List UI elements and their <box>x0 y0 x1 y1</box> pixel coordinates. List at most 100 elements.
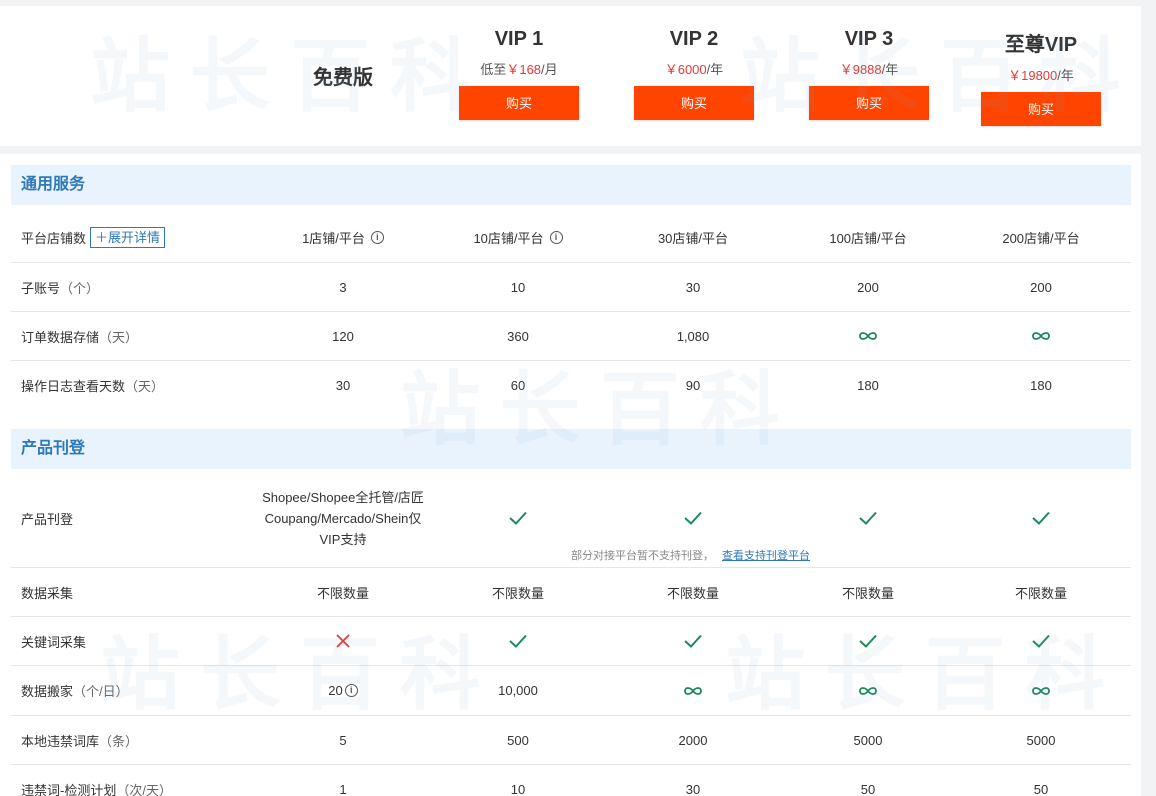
publish-note: 部分对接平台暂不支持刊登， 查看支持刊登平台 <box>571 550 810 562</box>
plan-name: VIP 3 <box>844 28 894 50</box>
check-icon <box>951 617 1131 665</box>
plan-name: VIP 1 <box>494 28 544 50</box>
plan-supreme: 至尊VIP ￥19800/年 购买 <box>961 28 1121 126</box>
row-unit: （个） <box>60 280 100 296</box>
cell-value: 30 <box>335 378 351 393</box>
table-row-banned-words: 本地违禁词库 （条） 5 500 2000 5000 5000 <box>11 716 1131 765</box>
cell-value: 50 <box>1033 782 1049 796</box>
table-row-data-collect: 数据采集 不限数量 不限数量 不限数量 不限数量 不限数量 <box>11 568 1131 617</box>
free-plan-note: Shopee/Shopee全托管/店匠 Coupang/Mercado/Shei… <box>262 489 424 547</box>
row-label: 数据搬家 <box>21 684 74 699</box>
plan-name: VIP 2 <box>669 28 719 50</box>
cell-value: 90 <box>685 378 701 393</box>
cell-value: 5000 <box>853 732 883 748</box>
cell-value: 1 <box>339 782 347 796</box>
infinity-icon <box>778 312 958 360</box>
cell-value: 200店铺/平台 <box>1002 231 1080 246</box>
row-unit: （天） <box>125 379 165 394</box>
cell-value: 10店铺/平台 <box>473 231 544 246</box>
row-label: 子账号 <box>21 280 61 296</box>
table-row-sub-accounts: 子账号 （个） 3 10 30 200 200 <box>11 263 1131 312</box>
cell-value: 360 <box>507 328 529 344</box>
cell-value: 不限数量 <box>666 585 719 601</box>
cell-value: 50 <box>860 782 876 796</box>
plan-vip3: VIP 3 ￥9888/年 购买 <box>789 28 949 120</box>
plan-name: 至尊VIP <box>1004 34 1078 56</box>
table-row-shop-count: 平台店铺数 ＋展开详情 1店铺/平台 i 10店铺/平台 i 30店铺/平台 100… <box>11 213 1131 263</box>
cell-value: 100店铺/平台 <box>829 231 907 246</box>
table-row-data-move: 数据搬家 （个/日） 20 i 10,000 <box>11 666 1131 716</box>
info-icon[interactable]: i <box>344 684 358 697</box>
cell-value: 不限数量 <box>316 585 369 601</box>
info-icon[interactable]: i <box>549 231 563 244</box>
cell-value: 1店铺/平台 <box>302 231 365 246</box>
cell-value: 不限数量 <box>841 585 894 601</box>
comparison-table: 通用服务 平台店铺数 ＋展开详情 1店铺/平台 i 10店铺/平台 i 30店铺/平… <box>0 154 1141 796</box>
table-row-order-storage: 订单数据存储 （天） 120 360 1,080 <box>11 312 1131 361</box>
buy-button-supreme[interactable]: 购买 <box>981 92 1101 126</box>
check-icon <box>603 617 783 665</box>
table-row-keyword-collect: 关键词采集 <box>11 617 1131 666</box>
cell-value: 180 <box>1030 378 1052 393</box>
cell-value: 200 <box>1030 279 1052 295</box>
row-label: 产品刊登 <box>21 511 74 527</box>
plan-price: ￥9888/年 <box>839 62 899 77</box>
table-row-banned-check: 违禁词-检测计划 （次/天） 1 10 30 50 50 <box>11 765 1131 796</box>
row-unit: （天） <box>99 329 139 345</box>
plan-name: 免费版 <box>313 67 373 89</box>
cell-value: 20 <box>328 683 343 698</box>
row-label: 订单数据存储 <box>21 329 100 345</box>
check-icon <box>951 469 1131 567</box>
cell-value: 2000 <box>678 732 708 748</box>
cell-value: 5 <box>339 732 347 748</box>
buy-button-vip3[interactable]: 购买 <box>809 86 929 120</box>
cell-value: 200 <box>857 279 879 295</box>
cell-value: 10,000 <box>498 683 538 698</box>
view-supported-platforms-link[interactable]: 查看支持刊登平台 <box>722 550 810 562</box>
table-row-log-days: 操作日志查看天数 （天） 30 60 90 180 180 <box>11 361 1131 410</box>
cell-value: 不限数量 <box>1014 585 1067 601</box>
cell-value: 1,080 <box>676 328 710 344</box>
expand-details-button[interactable]: ＋展开详情 <box>90 227 166 248</box>
plan-vip1: VIP 1 低至￥168/月 购买 <box>439 28 599 120</box>
buy-button-vip2[interactable]: 购买 <box>634 86 754 120</box>
table-row-product-publish: 产品刊登 Shopee/Shopee全托管/店匠 Coupang/Mercado… <box>11 469 1131 568</box>
cell-value: 5000 <box>1026 732 1056 748</box>
cell-value: 30 <box>685 782 701 796</box>
cell-value: 180 <box>857 378 879 393</box>
info-icon[interactable]: i <box>370 231 384 244</box>
plan-vip2: VIP 2 ￥6000/年 购买 <box>614 28 774 120</box>
row-label: 关键词采集 <box>21 634 87 650</box>
cross-icon <box>253 617 433 665</box>
row-unit: （个/日） <box>73 684 129 699</box>
cell-value: 120 <box>332 328 354 344</box>
cell-value: 10 <box>510 279 526 295</box>
plan-price: ￥6000/年 <box>664 62 724 77</box>
row-unit: （条） <box>99 733 139 749</box>
row-label: 操作日志查看天数 <box>21 379 126 394</box>
infinity-icon <box>603 666 783 715</box>
row-label: 平台店铺数 <box>21 231 87 246</box>
plan-price: 低至￥168/月 <box>480 62 558 77</box>
buy-button-vip1[interactable]: 购买 <box>459 86 579 120</box>
row-label: 数据采集 <box>21 585 74 601</box>
cell-value: 30店铺/平台 <box>657 231 729 246</box>
row-label: 本地违禁词库 <box>21 733 100 749</box>
cell-value: 3 <box>339 279 347 295</box>
plan-free: 免费版 <box>263 61 423 90</box>
cell-value: 500 <box>507 732 529 748</box>
cell-value: 不限数量 <box>491 585 544 601</box>
check-icon <box>428 617 608 665</box>
check-icon <box>778 617 958 665</box>
plan-price: ￥19800/年 <box>1008 68 1074 83</box>
cell-value: 10 <box>510 782 526 796</box>
infinity-icon <box>951 666 1131 715</box>
cell-value: 60 <box>510 378 526 393</box>
section-title-general: 通用服务 <box>11 165 1131 205</box>
section-title-publish: 产品刊登 <box>11 429 1131 469</box>
row-label: 违禁词-检测计划 <box>21 783 117 796</box>
row-unit: （次/天） <box>116 783 172 796</box>
cell-value: 30 <box>685 279 701 295</box>
plan-header: 免费版 VIP 1 低至￥168/月 购买 VIP 2 ￥6000/年 购买 V… <box>0 6 1141 146</box>
infinity-icon <box>778 666 958 715</box>
